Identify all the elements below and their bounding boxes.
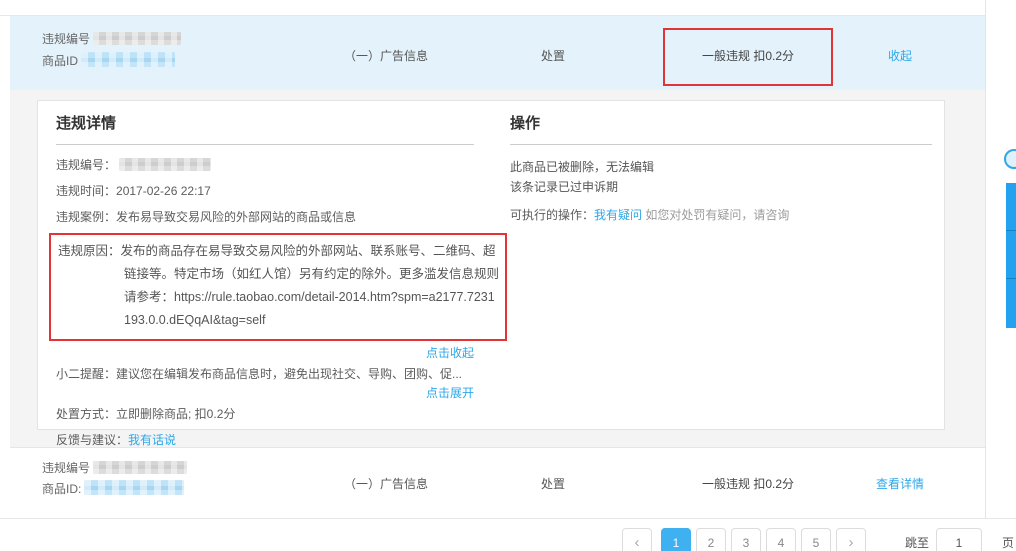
jump-page-input[interactable] [936, 528, 982, 551]
jump-to-label: 跳至 [905, 534, 929, 551]
disposal-column-label: 处置 [541, 47, 565, 64]
field-violation-case: 违规案例：发布易导致交易风险的外部网站的商品或信息 [56, 211, 474, 224]
field-violation-time: 违规时间：2017-02-26 22:17 [56, 185, 474, 198]
violation-reason-text: 发布的商品存在易导致交易风险的外部网站、联系账号、二维码、超链接等。特定市场（如… [121, 244, 500, 327]
question-link[interactable]: 我有疑问 [594, 208, 642, 222]
field-value: 发布易导致交易风险的外部网站的商品或信息 [116, 211, 356, 224]
field-label: 违规时间： [56, 185, 116, 198]
page-button-4[interactable]: 4 [766, 528, 796, 551]
page-button-2[interactable]: 2 [696, 528, 726, 551]
collapse-record-link[interactable]: 收起 [888, 47, 912, 64]
reason-collapse-link[interactable]: 点击收起 [426, 346, 474, 360]
violation-number-label: 违规编号 [42, 32, 90, 46]
record-ids: 违规编号 商品ID: [42, 458, 187, 500]
record-ids: 违规编号 商品ID [42, 28, 181, 72]
reminder-expand-link[interactable]: 点击展开 [426, 386, 474, 400]
page-button-5[interactable]: 5 [801, 528, 831, 551]
operation-title: 操作 [510, 112, 932, 145]
collapsed-record-row: 违规编号 商品ID: （一）广告信息 处置 一般违规 扣0.2分 查看详情 [10, 447, 985, 518]
reason-collapse-row: 点击收起 [56, 346, 474, 360]
field-violation-number: 违规编号： [56, 158, 474, 172]
violation-number-line: 违规编号 [42, 458, 187, 479]
reminder-label: 小二提醒： [56, 368, 116, 381]
floating-sidebar-toolbar[interactable] [1006, 183, 1016, 328]
bottom-divider [0, 518, 1016, 519]
field-reminder: 小二提醒：建议您在编辑发布商品信息时，避免出现社交、导购、团购、促... [56, 368, 474, 381]
disposal-method-value: 立即删除商品; 扣0.2分 [116, 408, 235, 421]
view-detail-link[interactable]: 查看详情 [876, 475, 924, 492]
disposal-method-label: 处置方式： [56, 408, 116, 421]
penalty-text: 一般违规 扣0.2分 [663, 475, 833, 492]
violation-category: （一）广告信息 [306, 475, 466, 492]
field-value: 2017-02-26 22:17 [116, 185, 211, 198]
product-id-label: 商品ID: [42, 482, 81, 496]
violation-number-line: 违规编号 [42, 28, 181, 50]
product-id-line: 商品ID: [42, 479, 187, 500]
product-id-label: 商品ID [42, 54, 78, 68]
product-id-line: 商品ID [42, 50, 181, 72]
sidebar-segment[interactable] [1006, 183, 1016, 231]
violation-records-page: 违规编号 商品ID （一）广告信息 处置 一般违规 扣0.2分 收起 违规详情 … [0, 0, 1016, 551]
product-id-redacted[interactable] [84, 480, 184, 495]
feedback-link[interactable]: 我有话说 [128, 434, 176, 447]
field-disposal-method: 处置方式：立即删除商品; 扣0.2分 [56, 408, 474, 421]
page-unit-label: 页 [1002, 534, 1014, 551]
feedback-label: 反馈与建议： [56, 434, 128, 447]
reason-highlight-box: 违规原因：发布的商品存在易导致交易风险的外部网站、联系账号、二维码、超链接等。特… [49, 233, 507, 341]
page-button-3[interactable]: 3 [731, 528, 761, 551]
floating-help-icon[interactable] [1004, 149, 1016, 169]
disposal-column-label: 处置 [541, 475, 565, 492]
violation-reason-label: 违规原因： [58, 244, 121, 258]
reminder-text: 建议您在编辑发布商品信息时，避免出现社交、导购、团购、促... [116, 368, 462, 381]
prev-page-button[interactable]: ‹ [622, 528, 652, 551]
executable-operations-row: 可执行的操作：我有疑问 如您对处罚有疑问，请咨询 [510, 206, 932, 223]
violation-category: （一）广告信息 [306, 47, 466, 64]
violation-number-redacted [119, 158, 211, 171]
violation-number-redacted [93, 461, 187, 474]
sidebar-segment[interactable] [1006, 279, 1016, 327]
reminder-expand-row: 点击展开 [56, 386, 474, 400]
violation-detail-section: 违规详情 违规编号： 违规时间：2017-02-26 22:17 违规案例：发布… [56, 112, 474, 447]
record-header-row: 违规编号 商品ID （一）广告信息 处置 一般违规 扣0.2分 收起 [10, 16, 985, 90]
violation-detail-title: 违规详情 [56, 112, 474, 145]
next-page-button[interactable]: › [836, 528, 866, 551]
sidebar-segment[interactable] [1006, 231, 1016, 279]
field-label: 违规编号： [56, 158, 116, 172]
product-id-redacted [81, 52, 175, 67]
record-detail-panel: 违规详情 违规编号： 违规时间：2017-02-26 22:17 违规案例：发布… [37, 100, 945, 430]
violation-reason: 违规原因：发布的商品存在易导致交易风险的外部网站、联系账号、二维码、超链接等。特… [58, 240, 499, 332]
operation-section: 操作 此商品已被删除，无法编辑 该条记录已过申诉期 可执行的操作：我有疑问 如您… [510, 112, 932, 223]
violation-number-label: 违规编号 [42, 461, 90, 475]
page-button-1[interactable]: 1 [661, 528, 691, 551]
operation-status-line1: 此商品已被删除，无法编辑 [510, 157, 932, 177]
question-hint: 如您对处罚有疑问，请咨询 [645, 208, 789, 222]
executable-operations-label: 可执行的操作： [510, 208, 594, 222]
right-divider [985, 0, 986, 518]
field-feedback: 反馈与建议：我有话说 [56, 434, 474, 447]
penalty-highlight-box [663, 28, 833, 86]
field-label: 违规案例： [56, 211, 116, 224]
violation-number-redacted [93, 32, 181, 45]
operation-status-line2: 该条记录已过申诉期 [510, 177, 932, 197]
